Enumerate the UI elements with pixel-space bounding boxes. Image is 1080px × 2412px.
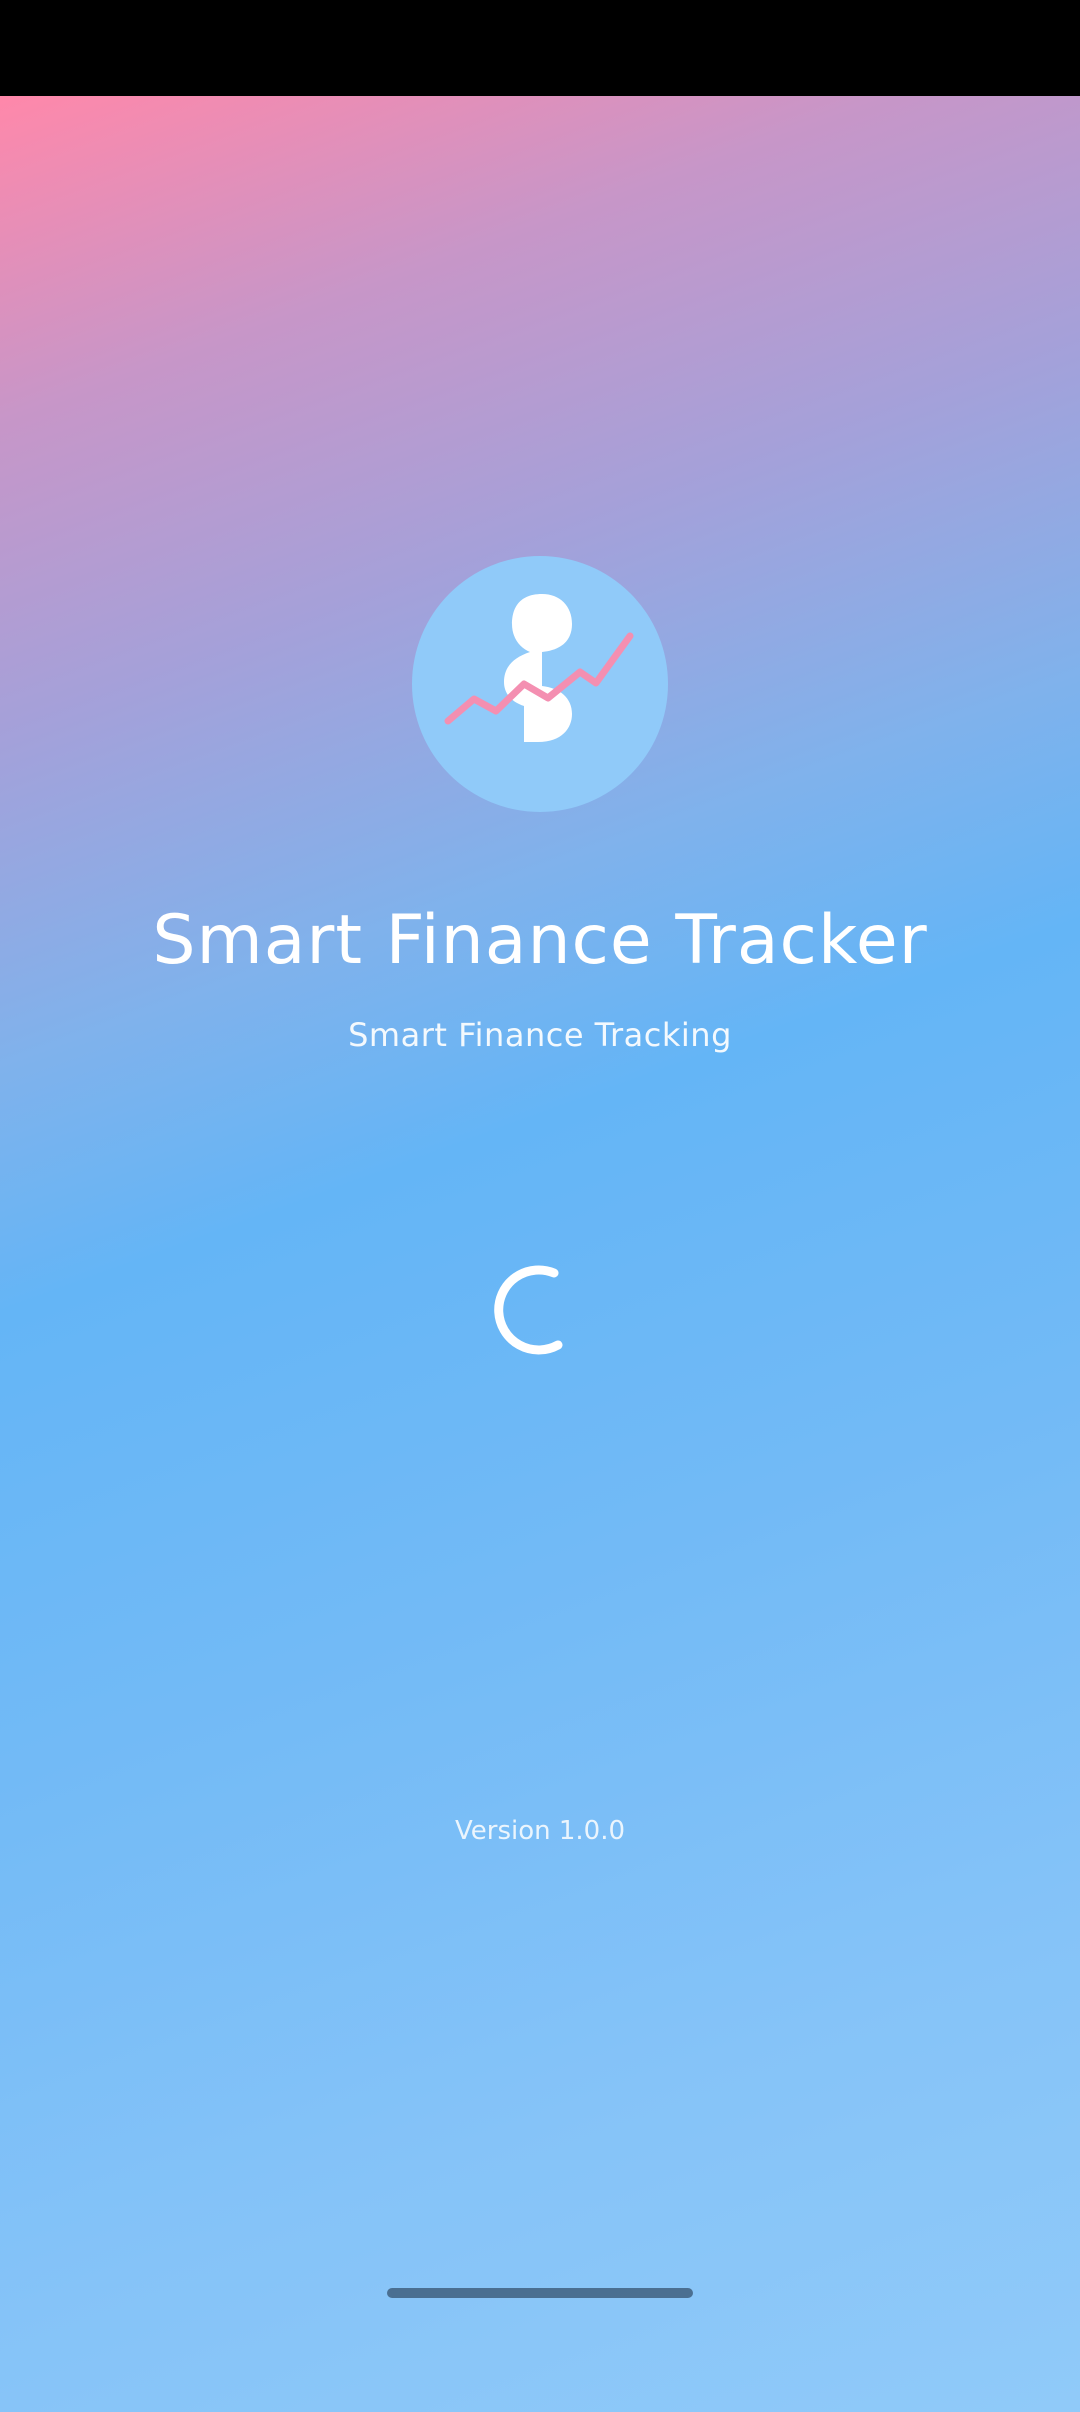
status-bar (0, 0, 1080, 96)
home-indicator[interactable] (387, 2288, 693, 2298)
splash-screen: Smart Finance Tracker Smart Finance Trac… (0, 96, 1080, 2412)
version-label: Version 1.0.0 (454, 1816, 626, 1846)
loading-spinner-icon (494, 1265, 563, 1355)
app-subtitle: Smart Finance Tracking (348, 1016, 732, 1054)
app-title: Smart Finance Tracker (152, 901, 928, 980)
app-logo (412, 556, 668, 812)
finance-logo-icon (444, 594, 634, 742)
